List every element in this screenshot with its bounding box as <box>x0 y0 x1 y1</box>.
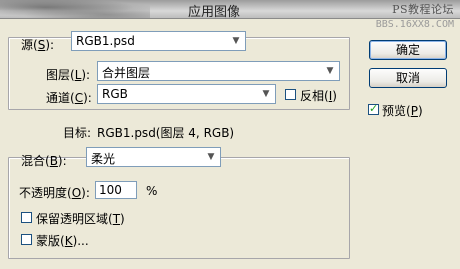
source-value: RGB1.psd <box>76 34 135 48</box>
title-bar-decoration <box>0 0 150 18</box>
chevron-down-icon: ▼ <box>207 152 215 162</box>
window-title: 应用图像 <box>188 5 241 20</box>
channel-label: 通道(C): <box>46 91 92 105</box>
mask-checkbox[interactable] <box>21 234 32 245</box>
channel-value: RGB <box>102 87 128 101</box>
layer-label: 图层(L): <box>46 68 91 82</box>
blend-label: 混合(B): <box>21 154 67 168</box>
source-label: 源(S): <box>21 38 55 52</box>
invert-checkbox[interactable] <box>285 89 296 100</box>
target-label: 目标: <box>63 126 92 140</box>
chevron-down-icon: ▼ <box>232 36 240 46</box>
watermark-url: BBS.16XX8.COM <box>375 19 454 30</box>
chevron-down-icon: ▼ <box>262 89 270 99</box>
title-bar[interactable]: 应用图像 PS教程论坛 <box>0 0 460 20</box>
channel-select[interactable]: RGB ▼ <box>97 84 276 104</box>
opacity-value: 100 <box>99 183 122 197</box>
ok-button[interactable]: 确定 <box>369 40 447 60</box>
blend-mode-select[interactable]: 柔光 ▼ <box>86 147 221 167</box>
invert-label[interactable]: 反相(I) <box>300 87 337 104</box>
blend-mode-value: 柔光 <box>91 152 116 166</box>
layer-select[interactable]: 合并图层 ▼ <box>97 61 340 81</box>
preview-label[interactable]: 预览(P) <box>382 102 423 119</box>
opacity-input[interactable]: 100 <box>95 181 137 199</box>
preserve-transparency-label[interactable]: 保留透明区域(T) <box>36 210 125 227</box>
watermark: PS教程论坛 <box>392 3 454 16</box>
mask-label[interactable]: 蒙版(K)... <box>36 232 89 249</box>
layer-value: 合并图层 <box>102 66 151 80</box>
preview-checkbox[interactable] <box>368 102 379 115</box>
opacity-unit: % <box>146 184 158 198</box>
preserve-transparency-checkbox[interactable] <box>21 212 32 223</box>
source-select[interactable]: RGB1.psd ▼ <box>71 31 246 51</box>
target-value: RGB1.psd(图层 4, RGB) <box>97 126 235 140</box>
opacity-label: 不透明度(O): <box>19 186 90 200</box>
cancel-button[interactable]: 取消 <box>369 68 447 88</box>
chevron-down-icon: ▼ <box>326 66 334 76</box>
